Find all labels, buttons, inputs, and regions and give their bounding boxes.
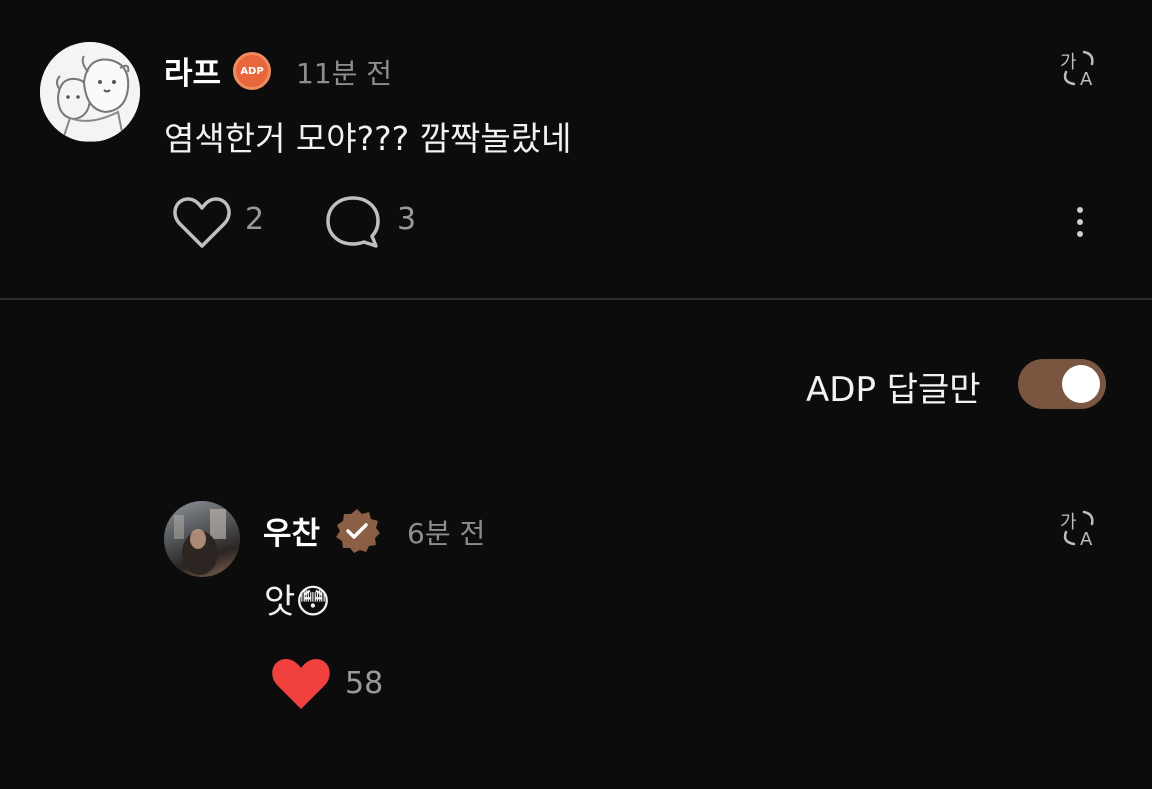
translate-icon[interactable]: 가 A [1058, 508, 1102, 550]
reply-text: 앗😳 [264, 582, 331, 622]
reply-timestamp: 6분 전 [407, 517, 486, 550]
verified-icon [333, 507, 381, 555]
svg-text:가: 가 [1060, 52, 1077, 73]
comment-text: 염색한거 모야??? 깜짝놀랐네 [164, 119, 572, 158]
like-count: 2 [245, 202, 265, 237]
translate-icon[interactable]: 가 A [1058, 48, 1102, 90]
speech-bubble-icon[interactable] [324, 194, 382, 250]
comment-timestamp: 11분 전 [296, 57, 393, 90]
svg-text:A: A [1080, 529, 1093, 548]
svg-text:A: A [1080, 69, 1093, 88]
like-count: 58 [345, 666, 384, 701]
divider [0, 298, 1152, 300]
comment-author[interactable]: 라프 [164, 48, 221, 93]
more-vertical-icon[interactable] [1068, 202, 1092, 242]
heart-outline-icon[interactable] [172, 196, 232, 250]
reply-author[interactable]: 우찬 [263, 508, 320, 553]
avatar[interactable] [40, 42, 140, 142]
reply-count: 3 [397, 202, 417, 237]
adp-badge-icon: ADP [233, 52, 271, 90]
adp-replies-only-toggle[interactable] [1018, 359, 1106, 409]
avatar[interactable] [164, 501, 240, 577]
toggle-knob [1062, 365, 1100, 403]
svg-text:가: 가 [1060, 512, 1077, 533]
adp-replies-only-label: ADP 답글만 [806, 370, 981, 410]
heart-filled-icon[interactable] [270, 656, 332, 712]
